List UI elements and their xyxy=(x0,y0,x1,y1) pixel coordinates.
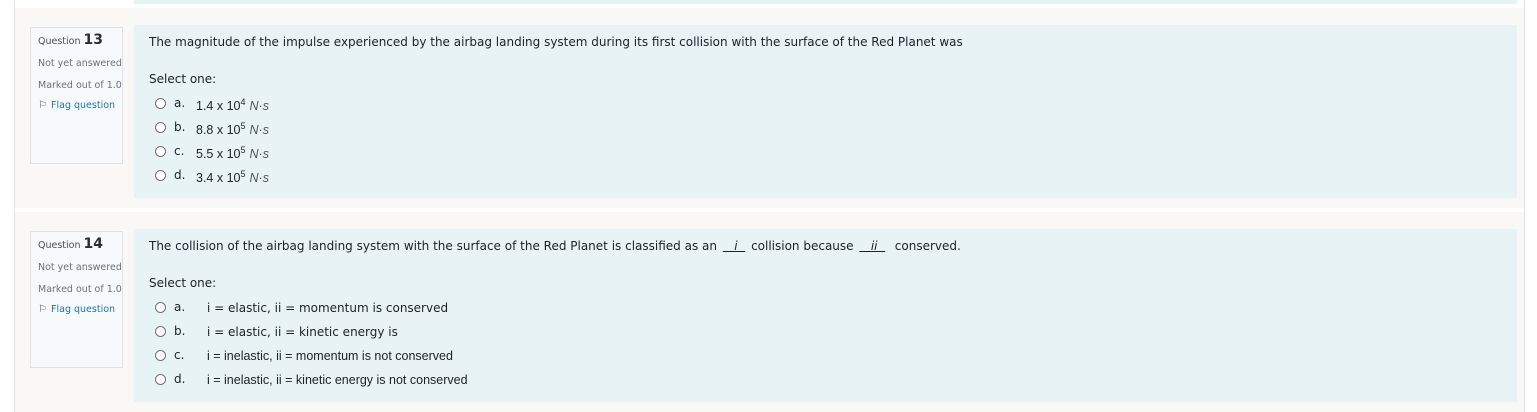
option-text: i = inelastic, ii = momentum is not cons… xyxy=(207,349,453,363)
page-border-right xyxy=(1524,0,1525,412)
radio-button[interactable] xyxy=(155,350,166,361)
blank-i: i xyxy=(734,239,738,253)
blank-ii: ii xyxy=(870,239,878,253)
radio-button[interactable] xyxy=(155,170,166,181)
select-prompt: Select one: xyxy=(149,72,217,86)
option-text: i = inelastic, ii = kinetic energy is no… xyxy=(207,373,468,387)
option-text: 1.4 x 104 N·s xyxy=(196,97,269,114)
question-content: The collision of the airbag landing syst… xyxy=(134,229,1517,402)
question-info: Question 13 Not yet answered Marked out … xyxy=(30,27,123,164)
question-text: The collision of the airbag landing syst… xyxy=(149,239,961,253)
question-14: Question 14 Not yet answered Marked out … xyxy=(15,212,1524,412)
option-text: i = elastic, ii = kinetic energy is xyxy=(207,325,398,339)
question-content: The magnitude of the impulse experienced… xyxy=(134,25,1517,198)
option-text: i = elastic, ii = momentum is conserved xyxy=(207,301,449,315)
question-text: The magnitude of the impulse experienced… xyxy=(149,35,963,49)
radio-button[interactable] xyxy=(155,302,166,313)
option-text: 3.4 x 105 N·s xyxy=(196,169,269,186)
flag-question-link[interactable]: ⚐ Flag question xyxy=(38,98,122,113)
question-13: Question 13 Not yet answered Marked out … xyxy=(15,8,1524,208)
question-state: Not yet answered xyxy=(38,262,122,273)
question-grade: Marked out of 1.0 xyxy=(38,284,122,295)
flag-question-link[interactable]: ⚐ Flag question xyxy=(38,302,122,317)
radio-button[interactable] xyxy=(155,146,166,157)
flag-icon: ⚐ xyxy=(38,304,47,315)
option-text: 8.8 x 105 N·s xyxy=(196,121,269,138)
question-number: Question 14 xyxy=(38,236,104,252)
flag-icon: ⚐ xyxy=(38,100,47,111)
radio-button[interactable] xyxy=(155,98,166,109)
radio-button[interactable] xyxy=(155,326,166,337)
question-number: Question 13 xyxy=(38,32,104,48)
radio-button[interactable] xyxy=(155,374,166,385)
radio-button[interactable] xyxy=(155,122,166,133)
select-prompt: Select one: xyxy=(149,276,217,290)
question-state: Not yet answered xyxy=(38,58,122,69)
previous-question-strip xyxy=(134,0,1517,4)
question-info: Question 14 Not yet answered Marked out … xyxy=(30,231,123,368)
option-text: 5.5 x 105 N·s xyxy=(196,145,269,162)
question-grade: Marked out of 1.0 xyxy=(38,80,122,91)
